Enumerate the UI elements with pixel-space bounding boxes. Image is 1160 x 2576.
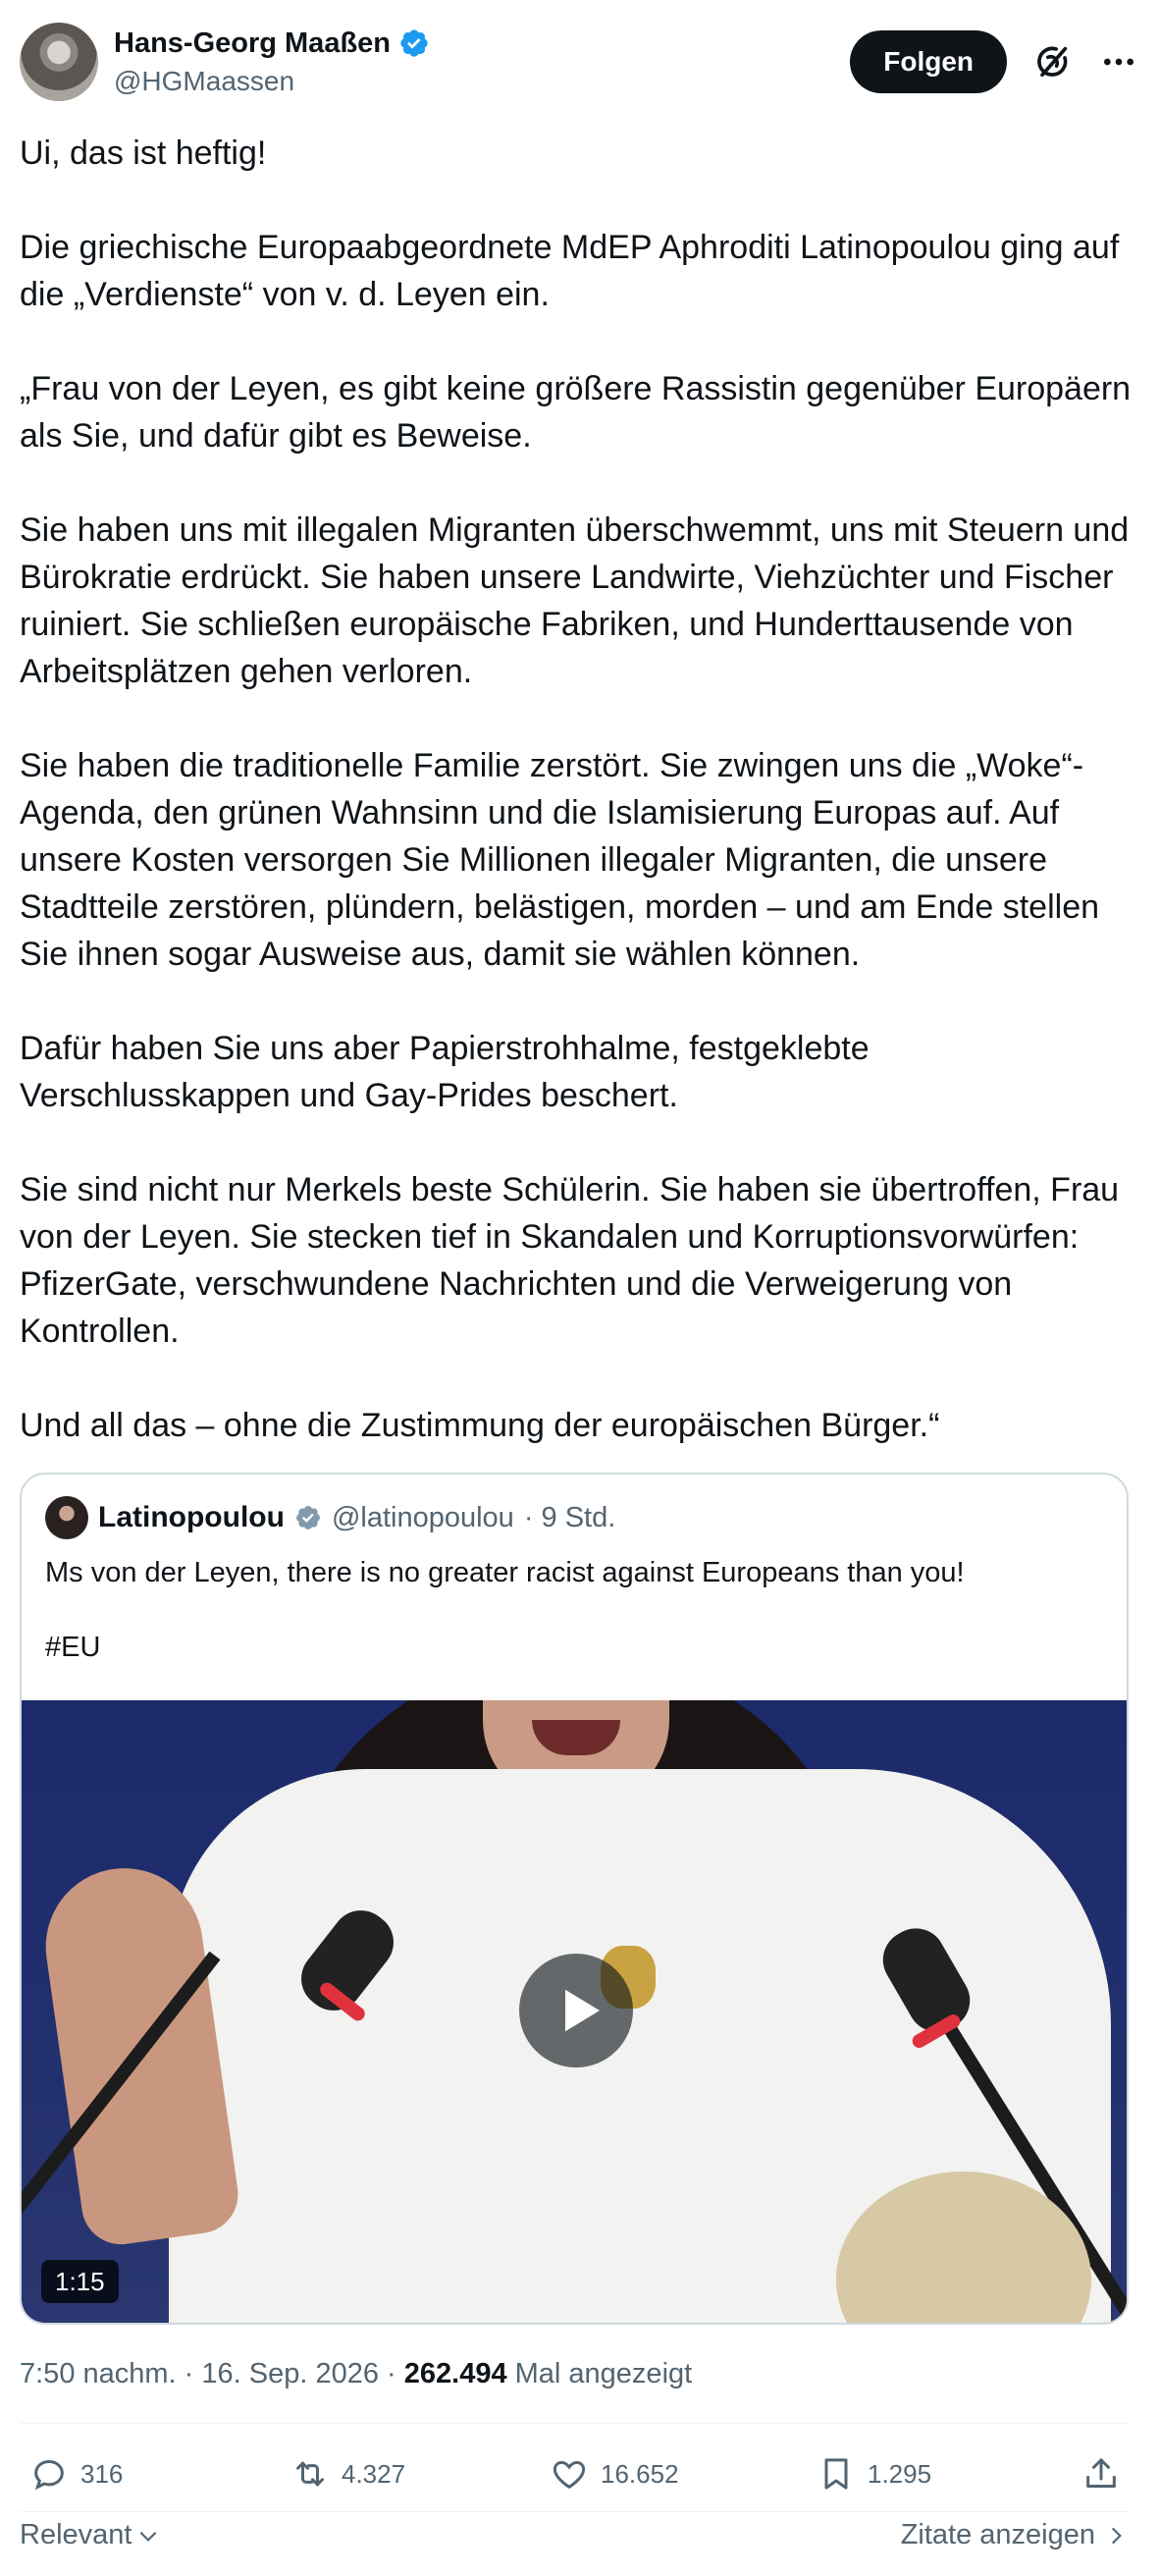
- tweet-paragraph: Dafür haben Sie uns aber Papierstrohhalm…: [20, 1030, 870, 1114]
- video-player[interactable]: 1:15: [22, 1700, 1127, 2323]
- tweet-page: Hans-Georg Maaßen @HGMaassen Folgen Ui, …: [0, 0, 1160, 2576]
- bookmark-count: 1.295: [868, 2458, 932, 2489]
- author-name-row: Hans-Georg Maaßen: [114, 27, 430, 60]
- bookmark-button[interactable]: 1.295: [817, 2454, 931, 2494]
- more-options-icon[interactable]: [1097, 40, 1140, 83]
- tweet-paragraph: Sie haben uns mit illegalen Migranten üb…: [20, 511, 1130, 690]
- quoted-author-handle: @latinopoulou: [331, 1501, 514, 1533]
- tweet-paragraph: Sie sind nicht nur Merkels beste Schüler…: [20, 1171, 1120, 1350]
- play-icon: [565, 1989, 600, 2032]
- view-quotes-label: Zitate anzeigen: [900, 2519, 1095, 2550]
- heart-icon: [553, 2460, 586, 2490]
- view-quotes-link[interactable]: Zitate anzeigen: [901, 2519, 1129, 2551]
- bookmark-icon: [824, 2458, 848, 2490]
- quoted-tweet-card[interactable]: Latinopoulou @latinopoulou · 9 Std. Ms v…: [20, 1473, 1129, 2325]
- tweet-timestamp[interactable]: 7:50 nachm. · 16. Sep. 2026 ·: [20, 2358, 404, 2389]
- view-count: 262.494: [403, 2358, 507, 2389]
- verified-badge-icon: [294, 1504, 322, 1531]
- sort-label: Relevant: [20, 2519, 132, 2550]
- retweet-icon: [296, 2461, 324, 2487]
- play-button[interactable]: [519, 1954, 633, 2067]
- author-handle[interactable]: @HGMaassen: [114, 66, 430, 97]
- reply-icon: [34, 2459, 64, 2491]
- divider: [20, 2511, 1129, 2512]
- video-duration: 1:15: [41, 2260, 119, 2303]
- retweet-count: 4.327: [342, 2458, 406, 2489]
- sort-dropdown[interactable]: Relevant: [20, 2519, 161, 2551]
- quoted-tweet-hashtag[interactable]: #EU: [45, 1632, 100, 1664]
- share-button[interactable]: [1081, 2454, 1121, 2494]
- quoted-tweet-time: · 9 Std.: [523, 1501, 616, 1533]
- author-avatar[interactable]: [20, 23, 98, 101]
- quoted-tweet-header: Latinopoulou @latinopoulou · 9 Std.: [45, 1496, 615, 1539]
- like-button[interactable]: 16.652: [550, 2454, 679, 2494]
- author-info: Hans-Georg Maaßen @HGMaassen: [114, 27, 430, 97]
- tweet-text: Ui, das ist heftig! Die griechische Euro…: [20, 130, 1138, 1449]
- share-icon: [1086, 2458, 1116, 2488]
- verified-badge-icon: [398, 27, 430, 59]
- quoted-tweet-text: Ms von der Leyen, there is no greater ra…: [45, 1557, 965, 1588]
- tweet-header: Hans-Georg Maaßen @HGMaassen Folgen: [20, 22, 1140, 102]
- quoted-author-name: Latinopoulou: [98, 1501, 285, 1533]
- retweet-button[interactable]: 4.327: [290, 2454, 405, 2494]
- reply-button[interactable]: 316: [29, 2454, 123, 2494]
- chevron-down-icon: [140, 2531, 157, 2542]
- divider: [20, 2423, 1129, 2424]
- header-actions: Folgen: [850, 30, 1140, 93]
- tweet-paragraph: Die griechische Europaabgeordnete MdEP A…: [20, 229, 1120, 313]
- tweet-paragraph: „Frau von der Leyen, es gibt keine größe…: [20, 370, 1132, 455]
- tweet-paragraph: Ui, das ist heftig!: [20, 134, 267, 172]
- tweet-meta: 7:50 nachm. · 16. Sep. 2026 · 262.494 Ma…: [20, 2358, 692, 2390]
- like-count: 16.652: [601, 2458, 679, 2489]
- grok-icon[interactable]: [1030, 40, 1074, 83]
- reply-count: 316: [80, 2458, 124, 2489]
- chevron-right-icon: [1111, 2527, 1122, 2544]
- author-name[interactable]: Hans-Georg Maaßen: [114, 27, 391, 60]
- view-count-label: Mal angezeigt: [506, 2358, 693, 2389]
- replies-footer: Relevant Zitate anzeigen: [20, 2519, 1129, 2551]
- action-bar: 316 4.327 16.652 1.295: [20, 2444, 1129, 2503]
- follow-button[interactable]: Folgen: [850, 30, 1007, 93]
- quoted-author-avatar: [45, 1496, 88, 1539]
- tweet-paragraph: Und all das – ohne die Zustimmung der eu…: [20, 1407, 940, 1444]
- tweet-paragraph: Sie haben die traditionelle Familie zers…: [20, 747, 1100, 973]
